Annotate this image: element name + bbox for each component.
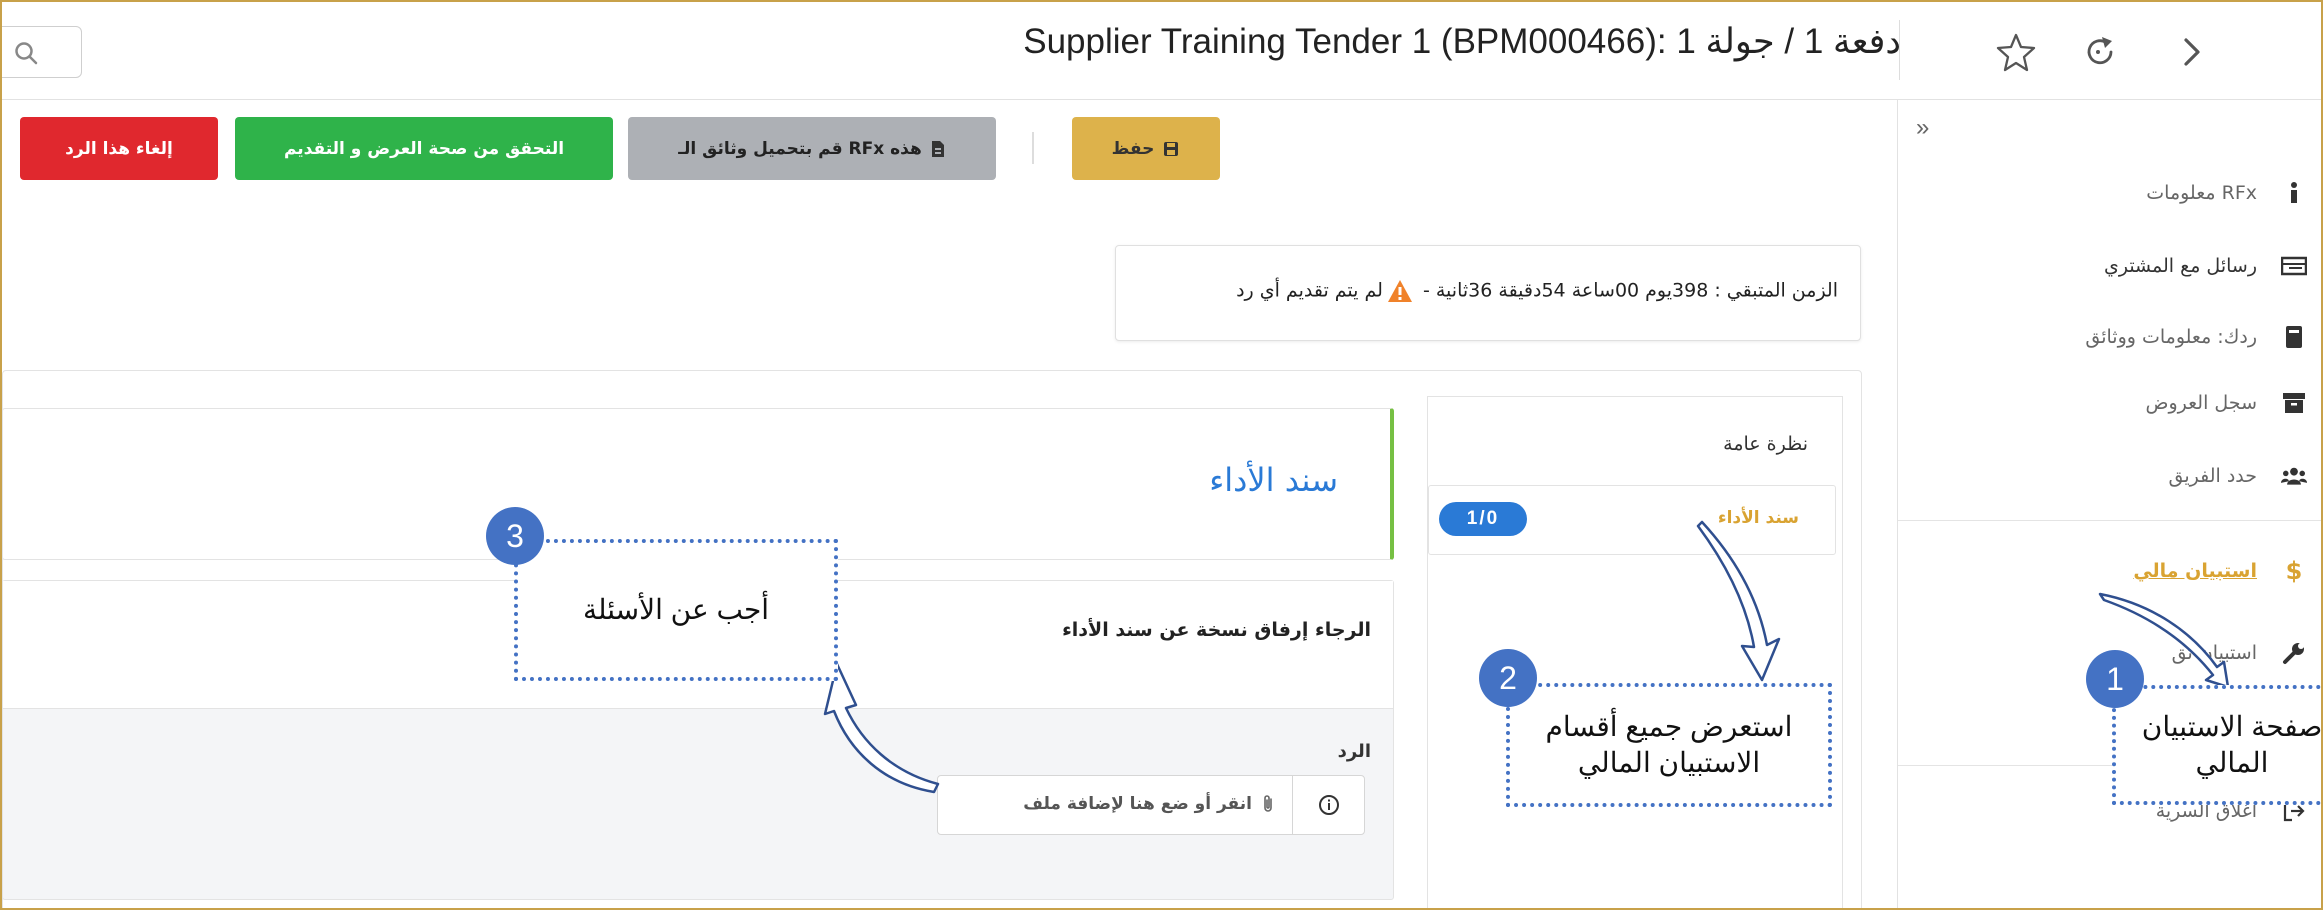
file-upload-dropzone[interactable]: انقر أو ضع هنا لإضافة ملف	[937, 775, 1365, 835]
callout-2-line1: استعرض جميع أقسام	[1545, 711, 1793, 742]
remaining-time-text: الزمن المتبقي : 398يوم 00ساعة 54دقيقة 36…	[1236, 279, 1838, 303]
refresh-icon[interactable]	[2078, 30, 2122, 74]
callout-number-2: 2	[1479, 649, 1537, 707]
response-label: الرد	[1337, 741, 1371, 762]
sidebar-item-rfx-info[interactable]: معلومات RFx	[1897, 162, 2321, 222]
search-box[interactable]	[2, 26, 82, 78]
no-response-status: لم يتم تقديم أي رد	[1236, 279, 1383, 302]
save-label: حفظ	[1111, 138, 1155, 159]
archive-icon	[2281, 390, 2307, 416]
sidebar-item-your-response[interactable]: ردك: معلومات ووثائق	[1897, 306, 2321, 366]
question-text: الرجاء إرفاق نسخة عن سند الأداء	[1062, 619, 1371, 641]
callout-box-1: صفحة الاستبيان المالي	[2112, 685, 2323, 805]
callout-number-1: 1	[2086, 650, 2144, 708]
paperclip-icon	[1264, 795, 1272, 812]
sidebar-item-team[interactable]: حدد الفريق	[1897, 445, 2321, 505]
toolbar-divider	[1032, 132, 1034, 164]
sidebar-item-financial-questionnaire[interactable]: $ استبيان مالي	[1897, 540, 2321, 600]
remaining-time-panel: الزمن المتبقي : 398يوم 00ساعة 54دقيقة 36…	[1115, 245, 1861, 341]
info-icon-box[interactable]	[1292, 776, 1364, 834]
sidebar-item-label: معلومات RFx	[2146, 182, 2257, 204]
chevron-right-icon[interactable]	[2170, 30, 2214, 74]
sidebar-item-label: سجل العروض	[2145, 392, 2257, 414]
callout-1-line1: صفحة الاستبيان	[2141, 711, 2323, 742]
sidebar-item-label: حدد الفريق	[2168, 465, 2257, 487]
sidebar-item-bid-history[interactable]: سجل العروض	[1897, 372, 2321, 432]
cancel-response-button[interactable]: إلغاء هذا الرد	[20, 117, 218, 180]
collapse-sidebar-icon[interactable]: »	[1916, 114, 1929, 142]
callout-1-line2: المالي	[2195, 747, 2269, 778]
warning-icon	[1387, 280, 1412, 302]
section-navigation: نظرة عامة 1/0 سند الأداء	[1427, 396, 1843, 908]
progress-badge: 1/0	[1439, 502, 1527, 536]
page-title: Supplier Training Tender 1 (BPM000466): …	[1023, 22, 1901, 61]
callout-box-2: استعرض جميع أقسام الاستبيان المالي	[1506, 683, 1832, 807]
title-divider	[1899, 20, 1900, 80]
book-icon	[2281, 324, 2307, 350]
remaining-time-value: الزمن المتبقي : 398يوم 00ساعة 54دقيقة 36…	[1416, 279, 1838, 302]
floppy-icon	[1164, 141, 1179, 156]
wrench-icon	[2281, 640, 2307, 666]
callout-number-3: 3	[486, 507, 544, 565]
sidebar-item-label: رسائل مع المشتري	[2103, 255, 2257, 277]
sidebar-item-label: استبيان مالي	[2133, 560, 2257, 582]
sidebar-item-label: ردك: معلومات ووثائق	[2085, 326, 2257, 348]
section-nav-item[interactable]: 1/0 سند الأداء	[1428, 485, 1836, 555]
search-icon	[15, 42, 38, 65]
section-nav-label: سند الأداء	[1717, 508, 1799, 528]
section-header-card: سند الأداء	[2, 408, 1394, 560]
info-circle-icon	[1318, 795, 1339, 815]
file-icon	[931, 140, 944, 157]
callout-3-text: أجب عن الأسئلة	[582, 594, 770, 625]
validate-submit-button[interactable]: التحقق من صحة العرض و التقديم	[235, 117, 613, 180]
section-title: سند الأداء	[1209, 461, 1338, 499]
star-icon[interactable]	[1994, 30, 2038, 74]
sidebar-divider	[1898, 520, 2321, 521]
sidebar-item-buyer-messages[interactable]: رسائل مع المشتري	[1897, 235, 2321, 295]
save-button[interactable]: حفظ	[1072, 117, 1220, 180]
upload-placeholder: انقر أو ضع هنا لإضافة ملف	[1023, 794, 1276, 814]
callout-2-line2: الاستبيان المالي	[1577, 747, 1761, 778]
overview-link[interactable]: نظرة عامة	[1723, 433, 1808, 455]
app-window: Supplier Training Tender 1 (BPM000466): …	[0, 0, 2323, 910]
info-icon	[2281, 180, 2307, 206]
upload-rfx-documents-button[interactable]: قم بتحميل وثائق الـ RFx هذه	[628, 117, 996, 180]
users-icon	[2281, 463, 2307, 489]
sidebar-item-label: استبيان تق	[2171, 642, 2257, 664]
envelope-icon	[2281, 253, 2307, 279]
header-bar: Supplier Training Tender 1 (BPM000466): …	[2, 2, 2321, 100]
upload-placeholder-text: انقر أو ضع هنا لإضافة ملف	[1023, 794, 1252, 814]
dollar-icon: $	[2285, 557, 2303, 585]
upload-label: قم بتحميل وثائق الـ RFx هذه	[678, 138, 922, 159]
callout-box-3: أجب عن الأسئلة	[514, 539, 838, 681]
